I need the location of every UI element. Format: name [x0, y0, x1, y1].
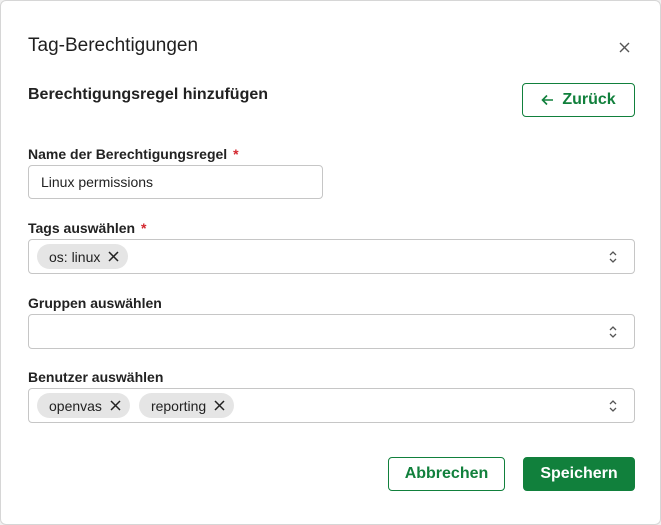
close-icon	[110, 400, 121, 411]
user-chip: openvas	[37, 393, 130, 418]
rule-name-input[interactable]	[28, 165, 323, 199]
tag-permissions-dialog: Tag-Berechtigungen Berechtigungsregel hi…	[0, 0, 661, 525]
back-button-label: Zurück	[562, 91, 616, 108]
tags-select[interactable]: os: linux	[28, 239, 635, 274]
chevron-up-down-icon	[609, 326, 617, 338]
user-chip: reporting	[138, 393, 235, 418]
name-field-label: Name der Berechtigungsregel *	[28, 146, 239, 162]
tag-chip: os: linux	[37, 244, 129, 269]
groups-field-label-text: Gruppen auswählen	[28, 295, 162, 311]
form-subtitle: Berechtigungsregel hinzufügen	[28, 86, 269, 103]
chevron-up-down-icon	[609, 400, 617, 412]
users-field-label: Benutzer auswählen	[28, 369, 163, 385]
dialog-title: Tag-Berechtigungen	[28, 35, 199, 56]
required-marker: *	[141, 220, 147, 236]
close-icon	[214, 400, 225, 411]
tags-field-label-text: Tags auswählen	[28, 220, 136, 236]
arrow-left-icon	[541, 94, 554, 106]
remove-chip-button[interactable]	[214, 400, 225, 411]
remove-chip-button[interactable]	[108, 251, 119, 262]
remove-chip-button[interactable]	[110, 400, 121, 411]
chevron-up-down-icon	[609, 251, 617, 263]
cancel-button[interactable]: Abbrechen	[388, 457, 505, 491]
close-icon	[619, 42, 629, 52]
required-marker: *	[233, 146, 239, 162]
save-button[interactable]: Speichern	[523, 457, 635, 491]
users-select[interactable]: openvas reporting	[28, 388, 635, 423]
tags-field-label: Tags auswählen *	[28, 220, 146, 236]
close-icon	[108, 251, 119, 262]
user-chip-label: openvas	[49, 397, 102, 414]
user-chip-label: reporting	[150, 397, 207, 414]
tag-chip-label: os: linux	[49, 248, 101, 265]
close-button[interactable]	[614, 37, 634, 57]
name-field-label-text: Name der Berechtigungsregel	[28, 146, 228, 162]
groups-select[interactable]	[28, 314, 635, 349]
groups-field-label: Gruppen auswählen	[28, 295, 162, 311]
back-button[interactable]: Zurück	[522, 83, 635, 117]
users-field-label-text: Benutzer auswählen	[28, 369, 164, 385]
